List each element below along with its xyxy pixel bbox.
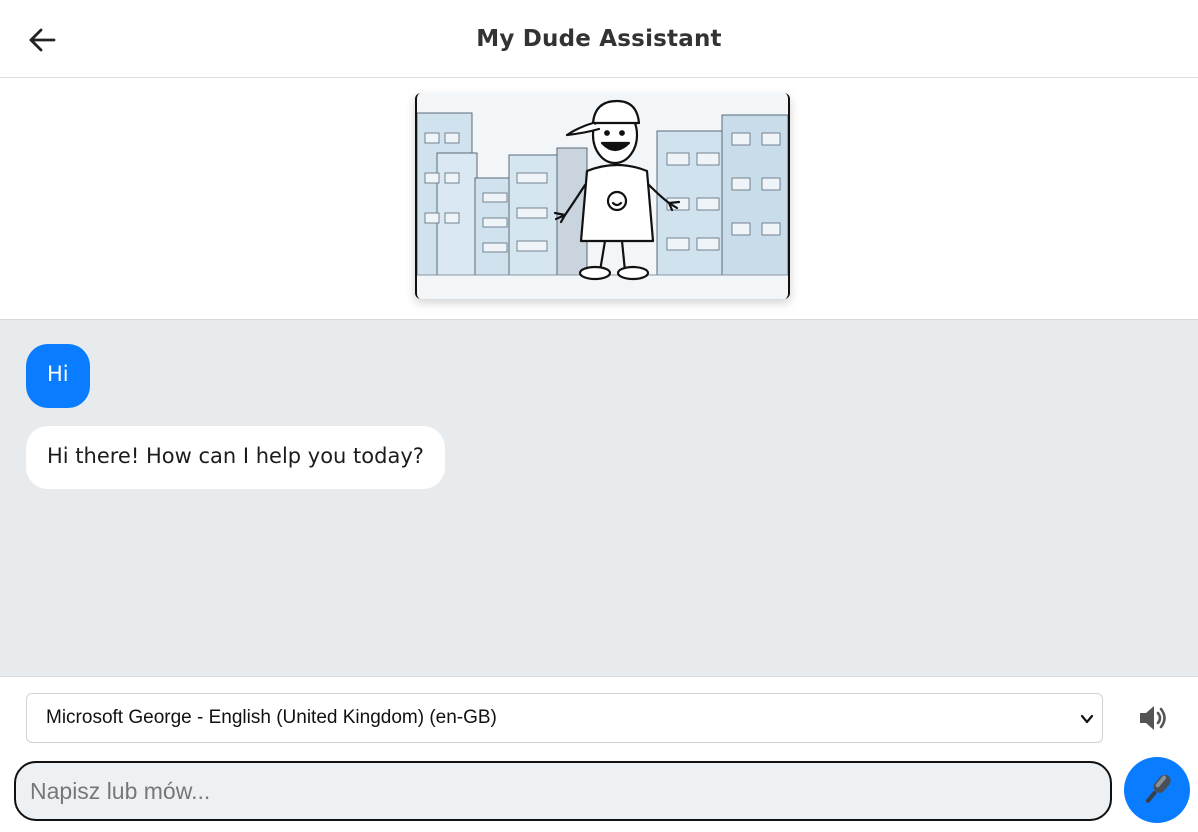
voice-select-value: Microsoft George - English (United Kingd… [46,707,497,728]
chat-area: Hi Hi there! How can I help you today? [0,320,1198,676]
controls-panel: Microsoft George - English (United Kingd… [0,676,1198,832]
message-input-wrapper [14,761,1112,821]
chevron-down-icon [1080,714,1094,724]
microphone-icon [1146,774,1171,803]
hero-section [0,78,1198,320]
voice-select[interactable]: Microsoft George - English (United Kingd… [26,693,1103,743]
user-message: Hi [26,344,90,408]
message-input[interactable] [30,763,1100,819]
speaker-button[interactable] [1134,699,1172,737]
speaker-icon [1140,706,1166,730]
assistant-message: Hi there! How can I help you today? [26,426,445,489]
app-header: My Dude Assistant [0,0,1198,78]
page-title: My Dude Assistant [476,26,722,52]
dude-illustration [415,93,790,299]
mic-button[interactable] [1124,757,1190,823]
